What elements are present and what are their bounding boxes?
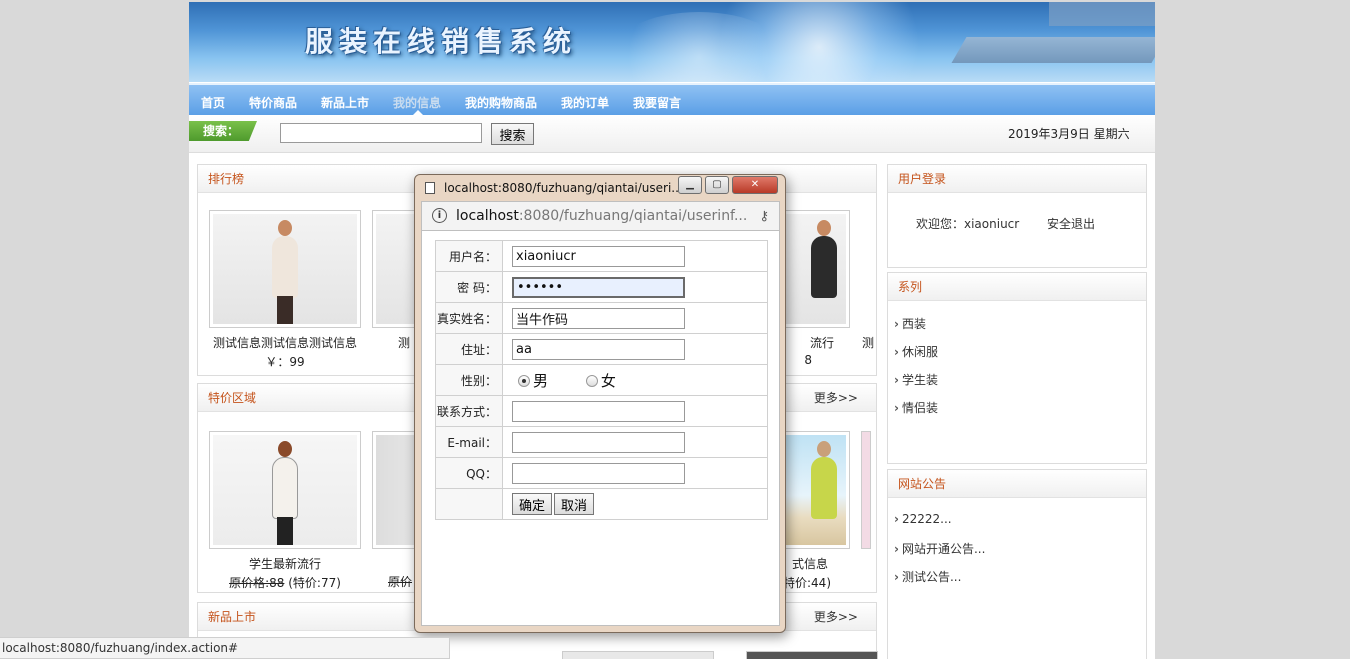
notice-title: 网站公告	[888, 470, 1146, 498]
banner-decoration	[951, 37, 1155, 63]
page-icon	[425, 182, 435, 194]
gender-male-radio[interactable]	[518, 374, 530, 387]
product-price: ￥：99	[265, 355, 305, 369]
browser-status-bar: localhost:8080/fuzhuang/index.action#	[0, 637, 450, 659]
series-item[interactable]: 学生装	[894, 371, 1146, 399]
popup-titlebar[interactable]: localhost:8080/fuzhuang/qiantai/useri...…	[415, 175, 785, 201]
login-title: 用户登录	[888, 165, 1146, 193]
close-icon[interactable]: ✕	[732, 176, 778, 194]
cancel-button[interactable]: 取消	[554, 493, 595, 515]
info-icon[interactable]: i	[432, 208, 447, 223]
gender-label: 性别：	[435, 364, 503, 396]
password-field[interactable]	[512, 276, 685, 298]
address-label: 住址：	[435, 333, 503, 365]
gender-female-label[interactable]: 女	[601, 372, 616, 390]
nav-my-orders[interactable]: 我的订单	[561, 94, 609, 111]
series-item[interactable]: 休闲服	[894, 343, 1146, 371]
popup-window-title: localhost:8080/fuzhuang/qiantai/useri...	[444, 181, 683, 195]
series-panel: 系列 西装 休闲服 学生装 情侣装	[887, 272, 1147, 464]
login-panel: 用户登录 欢迎您：xiaoniucr 安全退出	[887, 164, 1147, 268]
product-image[interactable]	[209, 210, 361, 328]
product-name[interactable]: 学生最新流行	[209, 555, 361, 572]
notice-item[interactable]: 22222...	[894, 512, 1146, 540]
address-field[interactable]	[512, 338, 685, 360]
gender-female-radio[interactable]	[585, 374, 598, 387]
email-field[interactable]	[512, 431, 685, 453]
product-card[interactable]: 学生最新流行 原价格:88 (特价:77)	[209, 431, 361, 591]
product-card[interactable]: 测	[860, 210, 876, 351]
product-name[interactable]: 测	[860, 334, 876, 351]
contact-field[interactable]	[512, 400, 685, 422]
nav-leave-message[interactable]: 我要留言	[633, 94, 681, 111]
search-input[interactable]	[280, 123, 482, 143]
nav-home[interactable]: 首页	[201, 94, 225, 111]
user-info-form: 用户名： 密 码： 真实姓名： 住址： 性别： 男 女	[435, 240, 768, 520]
qq-label: QQ：	[435, 457, 503, 489]
notice-item[interactable]: 网站开通公告...	[894, 540, 1146, 568]
username-field[interactable]	[512, 245, 685, 267]
gender-male-label[interactable]: 男	[533, 372, 548, 390]
product-price: 原价格:88 (特价:77)	[229, 576, 341, 590]
username-label: 用户名：	[435, 240, 503, 272]
notice-panel: 网站公告 22222... 网站开通公告... 测试公告...	[887, 469, 1147, 659]
product-image-partial	[861, 431, 871, 549]
realname-label: 真实姓名：	[435, 302, 503, 334]
new-arrivals-more-link[interactable]: 更多>>	[814, 603, 858, 631]
search-bar: 搜索： 搜索 2019年3月9日 星期六	[189, 115, 1155, 153]
search-button[interactable]: 搜索	[491, 123, 534, 145]
nav-new[interactable]: 新品上市	[321, 94, 369, 111]
popup-content: 用户名： 密 码： 真实姓名： 住址： 性别： 男 女	[421, 231, 780, 626]
current-date: 2019年3月9日 星期六	[1008, 127, 1130, 141]
maximize-icon[interactable]: ▢	[705, 176, 729, 194]
product-image[interactable]	[209, 431, 361, 549]
password-label: 密 码：	[435, 271, 503, 303]
product-card[interactable]: 测试信息测试信息测试信息 ￥：99	[209, 210, 361, 370]
nav-special[interactable]: 特价商品	[249, 94, 297, 111]
site-title: 服装在线销售系统	[305, 25, 578, 58]
search-label: 搜索：	[189, 121, 257, 141]
nav-my-info[interactable]: 我的信息	[393, 94, 441, 111]
confirm-button[interactable]: 确定	[512, 493, 553, 515]
special-more-link[interactable]: 更多>>	[814, 384, 858, 412]
nav-my-cart[interactable]: 我的购物商品	[465, 94, 537, 111]
user-info-popup-window: localhost:8080/fuzhuang/qiantai/useri...…	[414, 174, 786, 633]
series-title: 系列	[888, 273, 1146, 301]
product-name[interactable]: 测试信息测试信息测试信息	[209, 334, 361, 351]
popup-address-bar[interactable]: i localhost:8080/fuzhuang/qiantai/userin…	[421, 201, 780, 231]
notice-item[interactable]: 测试公告...	[894, 568, 1146, 596]
main-nav: 首页 特价商品 新品上市 我的信息 我的购物商品 我的订单 我要留言	[189, 83, 1155, 116]
key-icon[interactable]: ⚷	[759, 209, 769, 224]
series-item[interactable]: 西装	[894, 315, 1146, 343]
logout-link[interactable]: 安全退出	[1047, 217, 1095, 231]
series-item[interactable]: 情侣装	[894, 399, 1146, 427]
minimize-icon[interactable]: ▁	[678, 176, 702, 194]
welcome-text: 欢迎您：xiaoniucr	[916, 217, 1020, 231]
qq-field[interactable]	[512, 462, 685, 484]
site-banner: 服装在线销售系统	[189, 2, 1155, 82]
contact-label: 联系方式：	[435, 395, 503, 427]
realname-field[interactable]	[512, 307, 685, 329]
email-label: E-mail：	[435, 426, 503, 458]
